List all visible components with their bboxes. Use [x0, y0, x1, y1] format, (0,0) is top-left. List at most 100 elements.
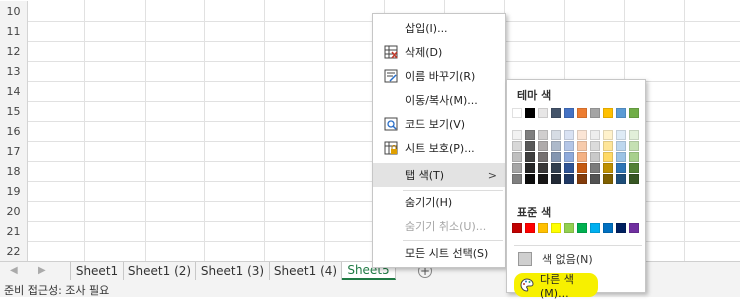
theme-shade-swatch[interactable]	[512, 174, 522, 184]
row-header[interactable]: 11	[0, 21, 28, 42]
theme-shade-swatch[interactable]	[551, 174, 561, 184]
theme-shade-swatch[interactable]	[590, 130, 600, 140]
theme-shade-swatch[interactable]	[629, 163, 639, 173]
standard-color-swatch[interactable]	[629, 223, 639, 233]
theme-shade-swatch[interactable]	[577, 163, 587, 173]
menu-item-rename[interactable]: 이름 바꾸기(R)	[373, 64, 505, 88]
theme-shade-swatch[interactable]	[603, 141, 613, 151]
menu-item-insert[interactable]: 삽입(I)...	[373, 16, 505, 40]
theme-shade-swatch[interactable]	[577, 152, 587, 162]
tab-sheet1-3[interactable]: Sheet1 (3)	[196, 262, 270, 280]
theme-shade-swatch[interactable]	[551, 163, 561, 173]
theme-shade-swatch[interactable]	[564, 130, 574, 140]
theme-shade-swatch[interactable]	[616, 141, 626, 151]
menu-item-tab-color[interactable]: 탭 색(T) >	[373, 163, 505, 187]
standard-color-swatch[interactable]	[603, 223, 613, 233]
theme-color-swatch[interactable]	[538, 108, 548, 118]
theme-shade-swatch[interactable]	[551, 141, 561, 151]
theme-color-swatch[interactable]	[616, 108, 626, 118]
theme-shade-swatch[interactable]	[564, 163, 574, 173]
theme-shade-swatch[interactable]	[603, 163, 613, 173]
theme-shade-swatch[interactable]	[551, 130, 561, 140]
row-header[interactable]: 18	[0, 161, 28, 182]
theme-shade-swatch[interactable]	[564, 152, 574, 162]
theme-color-swatch[interactable]	[525, 108, 535, 118]
menu-item-hide[interactable]: 숨기기(H)	[373, 190, 505, 214]
theme-shade-swatch[interactable]	[512, 152, 522, 162]
tab-sheet1[interactable]: Sheet1	[70, 262, 124, 280]
theme-shade-swatch[interactable]	[629, 152, 639, 162]
theme-shade-swatch[interactable]	[603, 130, 613, 140]
theme-shade-swatch[interactable]	[590, 163, 600, 173]
theme-color-swatch[interactable]	[564, 108, 574, 118]
theme-color-swatch[interactable]	[603, 108, 613, 118]
standard-color-swatch[interactable]	[616, 223, 626, 233]
menu-item-protect-sheet[interactable]: 시트 보호(P)...	[373, 136, 505, 160]
theme-shade-swatch[interactable]	[616, 130, 626, 140]
tab-sheet1-4[interactable]: Sheet1 (4)	[270, 262, 342, 280]
theme-shade-swatch[interactable]	[525, 163, 535, 173]
row-header[interactable]: 15	[0, 101, 28, 122]
standard-color-swatch[interactable]	[551, 223, 561, 233]
theme-shade-swatch[interactable]	[577, 141, 587, 151]
row-header[interactable]: 16	[0, 121, 28, 142]
menu-item-select-all-sheets[interactable]: 모든 시트 선택(S)	[373, 241, 505, 265]
theme-color-swatch[interactable]	[512, 108, 522, 118]
theme-shade-swatch[interactable]	[538, 130, 548, 140]
theme-shade-swatch[interactable]	[512, 163, 522, 173]
standard-color-swatch[interactable]	[577, 223, 587, 233]
row-header[interactable]: 22	[0, 241, 28, 262]
theme-shade-swatch[interactable]	[590, 141, 600, 151]
theme-color-swatch[interactable]	[577, 108, 587, 118]
theme-shade-swatch[interactable]	[603, 152, 613, 162]
menu-item-view-code[interactable]: 코드 보기(V)	[373, 112, 505, 136]
row-header[interactable]: 10	[0, 1, 28, 22]
menu-item-move-copy[interactable]: 이동/복사(M)...	[373, 88, 505, 112]
theme-shade-swatch[interactable]	[525, 141, 535, 151]
theme-shade-swatch[interactable]	[577, 130, 587, 140]
theme-shade-swatch[interactable]	[629, 174, 639, 184]
theme-shade-swatch[interactable]	[616, 152, 626, 162]
row-header[interactable]: 20	[0, 201, 28, 222]
row-header[interactable]: 14	[0, 81, 28, 102]
theme-shade-swatch[interactable]	[551, 152, 561, 162]
standard-color-swatch[interactable]	[525, 223, 535, 233]
tab-sheet1-2[interactable]: Sheet1 (2)	[124, 262, 196, 280]
tab-scroll-right-icon[interactable]: ▶	[38, 265, 46, 276]
row-header[interactable]: 19	[0, 181, 28, 202]
theme-shade-swatch[interactable]	[564, 174, 574, 184]
theme-shade-swatch[interactable]	[577, 174, 587, 184]
theme-shade-swatch[interactable]	[629, 141, 639, 151]
theme-color-swatch[interactable]	[590, 108, 600, 118]
theme-shade-swatch[interactable]	[590, 174, 600, 184]
theme-shade-swatch[interactable]	[590, 152, 600, 162]
theme-shade-swatch[interactable]	[616, 174, 626, 184]
theme-shade-swatch[interactable]	[525, 174, 535, 184]
theme-shade-swatch[interactable]	[538, 152, 548, 162]
row-header[interactable]: 17	[0, 141, 28, 162]
tab-scroll-left-icon[interactable]: ◀	[10, 265, 18, 276]
more-colors-option[interactable]: 다른 색(M)...	[514, 273, 598, 300]
theme-shade-swatch[interactable]	[525, 152, 535, 162]
menu-item-delete[interactable]: 삭제(D)	[373, 40, 505, 64]
theme-shade-swatch[interactable]	[512, 141, 522, 151]
row-header[interactable]: 12	[0, 41, 28, 62]
theme-color-swatch[interactable]	[551, 108, 561, 118]
theme-shade-swatch[interactable]	[564, 141, 574, 151]
theme-color-swatch[interactable]	[629, 108, 639, 118]
theme-shade-swatch[interactable]	[538, 141, 548, 151]
no-color-option[interactable]: 색 없음(N)	[514, 248, 642, 270]
theme-shade-swatch[interactable]	[538, 174, 548, 184]
theme-shade-swatch[interactable]	[525, 130, 535, 140]
standard-color-swatch[interactable]	[512, 223, 522, 233]
standard-color-swatch[interactable]	[538, 223, 548, 233]
row-header[interactable]: 13	[0, 61, 28, 82]
standard-color-swatch[interactable]	[564, 223, 574, 233]
standard-color-swatch[interactable]	[590, 223, 600, 233]
theme-shade-swatch[interactable]	[603, 174, 613, 184]
theme-shade-swatch[interactable]	[538, 163, 548, 173]
theme-shade-swatch[interactable]	[616, 163, 626, 173]
theme-shade-swatch[interactable]	[512, 130, 522, 140]
theme-shade-swatch[interactable]	[629, 130, 639, 140]
row-header[interactable]: 21	[0, 221, 28, 242]
